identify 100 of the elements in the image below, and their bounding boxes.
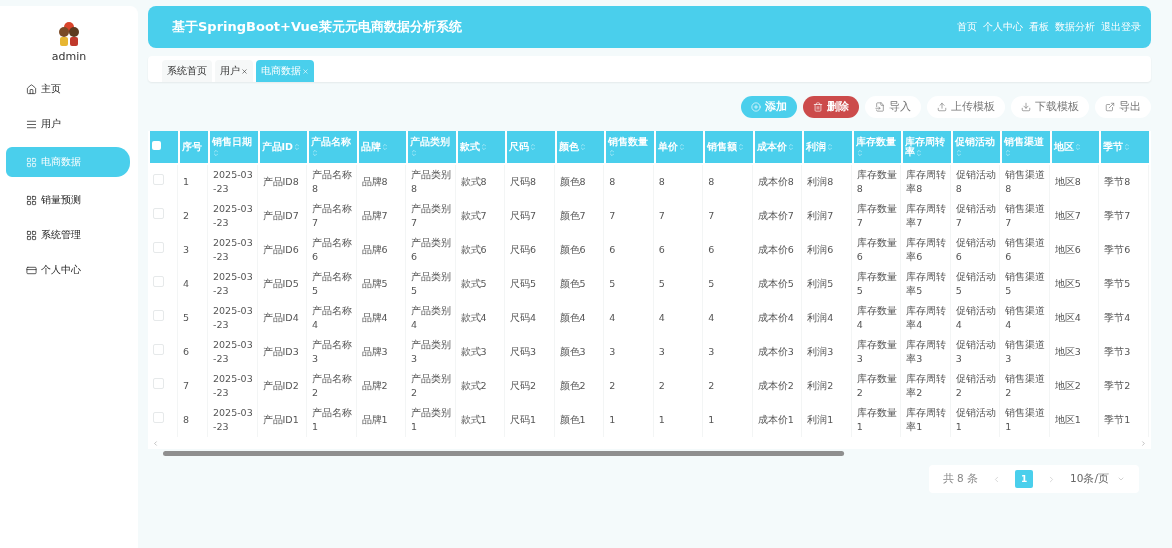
table-cell: 季节5 [1104,277,1131,289]
table-cell: 6 [658,243,665,255]
toolbar-button[interactable]: 导出 [1095,96,1151,118]
menu-item[interactable]: 个人中心 [6,258,130,282]
sort-icon[interactable] [1123,143,1132,152]
menu-item[interactable]: 系统管理 [6,223,130,247]
table-cell: 尺码3 [510,345,537,357]
menu-item[interactable]: 主页 [6,77,130,101]
table-cell: 地区6 [1054,243,1081,255]
sort-icon[interactable] [855,148,864,157]
tab[interactable]: 用户 [215,60,253,82]
toolbar-button[interactable]: 添加 [741,96,797,118]
sort-icon[interactable] [529,143,538,152]
table-cell: 品牌3 [361,345,388,357]
table-cell: 5 [183,311,190,323]
scroll-right-icon[interactable] [1140,439,1147,447]
table-cell: 品牌7 [361,209,388,221]
table-cell: 产品ID4 [262,311,299,323]
sort-icon[interactable] [410,148,419,157]
sort-icon[interactable] [578,143,587,152]
table-cell: 销售渠道2 [1005,372,1046,398]
sort-icon[interactable] [212,148,220,157]
card-icon [26,264,37,276]
sort-icon[interactable] [311,148,320,157]
table-cell: 产品名称6 [312,236,353,262]
page-number[interactable]: 1 [1015,470,1034,488]
table-cell: 促销活动5 [955,270,996,296]
toolbar-button[interactable]: 上传模板 [927,96,1005,118]
table-cell: 8 [658,175,665,187]
table-cell: 7 [183,379,190,391]
row-checkbox[interactable] [153,276,164,288]
sort-icon[interactable] [479,143,488,152]
table-cell: 促销活动6 [955,236,996,262]
table-cell: 产品名称3 [312,338,353,364]
menu-item[interactable]: 电商数据 [6,147,130,177]
sort-icon[interactable] [826,143,835,152]
table-cell: 利润5 [807,277,834,289]
row-checkbox[interactable] [153,378,164,390]
sort-icon[interactable] [954,148,963,157]
row-checkbox[interactable] [153,412,164,424]
table-cell: 款式3 [460,345,487,357]
row-checkbox[interactable] [153,208,164,220]
sort-icon[interactable] [1004,148,1013,157]
trash-icon [813,102,823,112]
nav-link[interactable]: 退出登录 [1101,20,1141,34]
table-cell: 尺码8 [510,175,537,187]
table-cell: 颜色5 [559,277,586,289]
table-cell: 尺码5 [510,277,537,289]
menu-item[interactable]: 用户 [6,112,130,136]
toolbar-button[interactable]: 下载模板 [1011,96,1089,118]
menu-item[interactable]: 销量预测 [6,188,130,212]
import-icon [875,102,885,112]
row-checkbox[interactable] [153,174,164,186]
nav-link[interactable]: 看板 [1029,20,1049,34]
table-cell: 产品类别2 [411,372,452,398]
table-cell: 2025-03-23 [213,236,253,262]
sort-icon[interactable] [786,143,795,152]
table-cell: 尺码7 [510,209,537,221]
sort-icon[interactable] [737,143,746,152]
table-cell: 利润2 [807,379,834,391]
nav-link[interactable]: 个人中心 [983,20,1023,34]
table-cell: 库存周转率4 [906,304,947,330]
table-cell: 库存周转率7 [906,202,947,228]
table-cell: 2 [183,209,190,221]
table-cell: 库存周转率1 [906,406,947,432]
tab[interactable]: 系统首页 [162,60,212,82]
table-cell: 1 [708,413,715,425]
page-size-select[interactable]: 10条/页 [1070,472,1125,486]
grid-icon [26,194,37,206]
select-all-checkbox[interactable] [152,141,161,151]
table-cell: 款式8 [460,175,487,187]
sort-icon[interactable] [380,143,389,152]
table-cell: 2025-03-23 [213,338,253,364]
sort-icon[interactable] [1073,143,1082,152]
tab[interactable]: 电商数据 [256,60,314,82]
sort-icon[interactable] [915,148,924,157]
toolbar-button[interactable]: 删除 [803,96,859,118]
sort-icon[interactable] [292,143,301,152]
table-cell: 促销活动7 [955,202,996,228]
table-cell: 产品ID2 [262,379,299,391]
table-cell: 库存周转率6 [906,236,947,262]
row-checkbox[interactable] [153,344,164,356]
row-checkbox[interactable] [153,242,164,254]
grid-icon [26,229,37,241]
sort-icon[interactable] [608,148,617,157]
row-checkbox[interactable] [153,310,164,322]
table-cell: 销售渠道4 [1005,304,1046,330]
table-cell: 4 [708,311,715,323]
scroll-left-icon[interactable] [152,439,159,447]
download-icon [1021,102,1031,112]
nav-link[interactable]: 数据分析 [1055,20,1095,34]
toolbar-button[interactable]: 导入 [865,96,921,118]
export-icon [1105,102,1115,112]
table-cell: 库存数量2 [856,372,897,398]
total-count: 共 8 条 [942,472,979,486]
table-cell: 成本价6 [757,243,794,255]
sort-icon[interactable] [677,143,686,152]
close-icon[interactable] [241,67,248,75]
table-cell: 品牌2 [361,379,388,391]
nav-link[interactable]: 首页 [957,20,977,34]
